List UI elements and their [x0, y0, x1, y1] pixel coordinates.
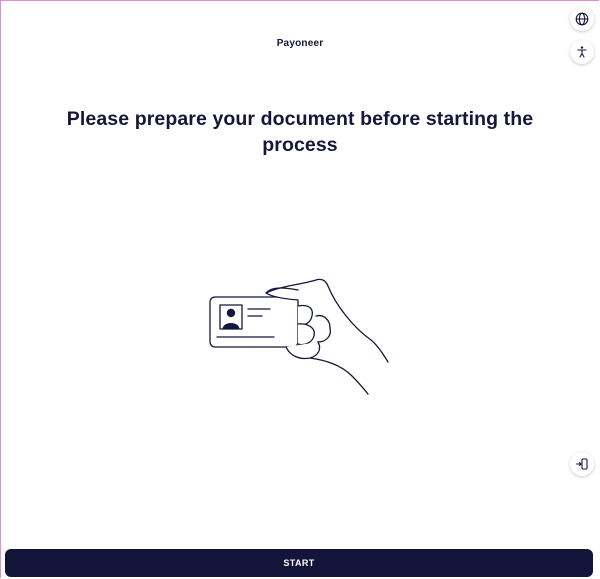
page-heading: Please prepare your document before star… — [66, 108, 534, 156]
brand-title: Payoneer — [276, 38, 324, 49]
globe-icon — [575, 12, 589, 26]
id-card-illustration — [200, 276, 400, 396]
device-switch-icon — [575, 457, 589, 471]
accessibility-icon — [575, 45, 589, 59]
start-button[interactable]: START — [5, 549, 593, 577]
accessibility-button[interactable] — [570, 40, 594, 64]
device-switch-button[interactable] — [570, 452, 594, 476]
language-button[interactable] — [570, 7, 594, 31]
